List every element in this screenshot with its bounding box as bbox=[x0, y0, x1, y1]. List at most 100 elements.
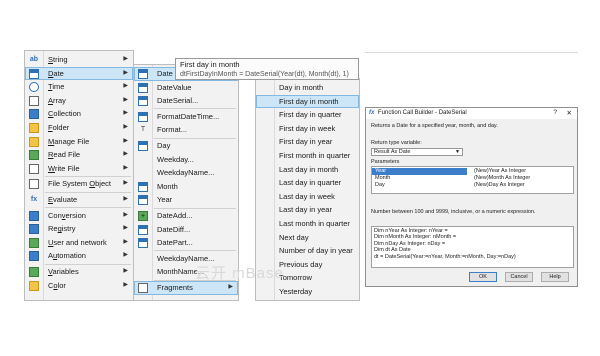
dialog-title: Function Call Builder - DateSerial bbox=[378, 110, 467, 116]
menu-item-label: Yesterday bbox=[279, 287, 313, 296]
menu-item-array[interactable]: Array ▶ bbox=[25, 94, 133, 108]
code-preview[interactable]: Dim nYear As Integer: nYear = Dim nMonth… bbox=[371, 226, 574, 268]
menu-item-label: Day bbox=[157, 141, 171, 150]
calendar-icon bbox=[138, 69, 148, 79]
menu-item-label: Tomorrow bbox=[279, 273, 312, 283]
chevron-right-icon: ▶ bbox=[123, 164, 128, 171]
menu-item-label: Registry bbox=[48, 224, 76, 234]
fragment-item-next-day[interactable]: Next day bbox=[256, 231, 359, 245]
main-context-menu: ab String ▶ Date ▶ Time ▶ Array ▶ Collection ▶ Fold… bbox=[24, 50, 134, 301]
fragment-item-last-month-in-quarter[interactable]: Last month in quarter bbox=[256, 217, 359, 231]
submenu-item-fragments[interactable]: Fragments ▶ bbox=[134, 281, 238, 295]
chevron-right-icon: ▶ bbox=[123, 96, 128, 103]
submenu-item-format[interactable]: T Format... bbox=[134, 123, 238, 137]
dialog-titlebar: fx Function Call Builder - DateSerial ? … bbox=[366, 108, 577, 119]
chevron-right-icon: ▶ bbox=[123, 151, 128, 158]
parameter-row[interactable]: Day (New)Day As Integer bbox=[372, 182, 573, 189]
function-call-builder-dialog: fx Function Call Builder - DateSerial ? … bbox=[365, 107, 578, 287]
submenu-item-datevalue[interactable]: DateValue bbox=[134, 81, 238, 95]
fragment-item-number-of-day-in-year[interactable]: Number of day in year bbox=[256, 244, 359, 258]
menu-item-folder[interactable]: Folder ▶ bbox=[25, 121, 133, 135]
fragment-item-day-in-month[interactable]: Day in month bbox=[256, 81, 359, 95]
submenu-item-year[interactable]: Year bbox=[134, 193, 238, 207]
menu-item-string[interactable]: ab String ▶ bbox=[25, 53, 133, 67]
menu-item-collection[interactable]: Collection ▶ bbox=[25, 107, 133, 121]
menu-item-color[interactable]: Color ▶ bbox=[25, 279, 133, 293]
menu-item-variables[interactable]: Variables ▶ bbox=[25, 265, 133, 279]
menu-item-date[interactable]: Date ▶ bbox=[25, 66, 133, 81]
chevron-right-icon: ▶ bbox=[228, 284, 233, 290]
fragment-item-last-day-in-week[interactable]: Last day in week bbox=[256, 190, 359, 204]
menu-item-label: Format... bbox=[157, 125, 188, 135]
close-icon[interactable]: ✕ bbox=[567, 109, 572, 117]
parameter-desc: (New)Day As Integer bbox=[474, 182, 525, 188]
menu-item-label: First month in quarter bbox=[279, 151, 351, 160]
menu-item-label: DateSerial... bbox=[157, 96, 199, 106]
fragment-item-last-day-in-year[interactable]: Last day in year bbox=[256, 203, 359, 217]
help-button[interactable]: Help bbox=[541, 272, 569, 282]
menu-item-label: First day in month bbox=[279, 96, 339, 106]
fragment-item-first-month-in-quarter[interactable]: First month in quarter bbox=[256, 149, 359, 163]
menu-item-write-file[interactable]: Write File ▶ bbox=[25, 162, 133, 176]
menu-item-automation[interactable]: Automation ▶ bbox=[25, 249, 133, 263]
parameter-row[interactable]: Month (New)Month As Integer bbox=[372, 175, 573, 182]
menu-item-label: First day in week bbox=[279, 123, 336, 133]
folder-icon bbox=[29, 123, 39, 133]
menu-item-manage-file[interactable]: Manage File ▶ bbox=[25, 135, 133, 149]
menu-item-registry[interactable]: Registry ▶ bbox=[25, 222, 133, 236]
submenu-item-weekdayname[interactable]: WeekdayName... bbox=[134, 166, 238, 180]
ok-button[interactable]: OK bbox=[469, 272, 497, 282]
submenu-item-datediff[interactable]: DateDiff... bbox=[134, 223, 238, 237]
parameter-row[interactable]: Year bbox=[372, 168, 467, 175]
menu-item-evaluate[interactable]: fx Evaluate ▶ bbox=[25, 193, 133, 207]
menu-item-read-file[interactable]: Read File ▶ bbox=[25, 148, 133, 162]
menu-item-label: Last day in year bbox=[279, 205, 332, 215]
fragment-item-first-day-in-week[interactable]: First day in week bbox=[256, 122, 359, 136]
menu-item-label: First day in quarter bbox=[279, 110, 342, 120]
menu-item-label: Last day in week bbox=[279, 191, 335, 201]
submenu-item-month[interactable]: Month bbox=[134, 180, 238, 194]
menu-item-file-system-object[interactable]: File System Object ▶ bbox=[25, 177, 133, 191]
format-icon: T bbox=[140, 126, 146, 134]
menu-item-conversion[interactable]: Conversion ▶ bbox=[25, 209, 133, 223]
submenu-item-formatdatetime[interactable]: FormatDateTime... bbox=[134, 110, 238, 124]
user-network-icon bbox=[29, 237, 39, 248]
menu-item-label: DateDiff... bbox=[157, 224, 191, 234]
menu-item-label: Read File bbox=[48, 150, 81, 160]
fragment-item-yesterday[interactable]: Yesterday bbox=[256, 285, 359, 299]
parameter-hint: Number between 100 and 9999, inclusive, … bbox=[371, 209, 536, 215]
menu-item-time[interactable]: Time ▶ bbox=[25, 80, 133, 94]
tooltip-title: First day in month bbox=[180, 60, 240, 69]
menu-item-user-and-network[interactable]: User and network ▶ bbox=[25, 236, 133, 250]
fx-icon: fx bbox=[369, 110, 375, 116]
cancel-button[interactable]: Cancel bbox=[505, 272, 533, 282]
code-line: dt = DateSerial(Year:=nYear, Month:=nMon… bbox=[374, 253, 516, 260]
fragment-item-last-day-in-month[interactable]: Last day in month bbox=[256, 163, 359, 177]
parameter-name: Day bbox=[375, 182, 385, 188]
submenu-item-datepart[interactable]: DatePart... bbox=[134, 236, 238, 250]
calendar-icon bbox=[138, 195, 148, 206]
menu-item-label: First day in year bbox=[279, 137, 333, 147]
fragment-item-last-day-in-quarter[interactable]: Last day in quarter bbox=[256, 176, 359, 190]
background-divider bbox=[365, 52, 578, 53]
help-icon[interactable]: ? bbox=[553, 109, 557, 116]
menu-item-label: Conversion bbox=[48, 210, 86, 220]
fragment-item-first-day-in-year[interactable]: First day in year bbox=[256, 135, 359, 149]
return-type-select[interactable]: Result As Date ▼ bbox=[371, 148, 463, 156]
parameter-name: Year bbox=[375, 168, 387, 174]
fragment-item-first-day-in-quarter[interactable]: First day in quarter bbox=[256, 108, 359, 122]
calendar-icon bbox=[138, 111, 148, 122]
menu-item-label: DatePart... bbox=[157, 238, 193, 248]
menu-item-label: WeekdayName... bbox=[157, 168, 215, 178]
collection-icon bbox=[29, 109, 39, 120]
menu-item-label: Evaluate bbox=[48, 195, 78, 204]
submenu-item-dateadd[interactable]: + DateAdd... bbox=[134, 209, 238, 223]
chevron-right-icon: ▶ bbox=[123, 124, 128, 130]
fragment-item-first-day-in-month[interactable]: First day in month bbox=[256, 94, 359, 109]
submenu-item-weekday[interactable]: Weekday... bbox=[134, 153, 238, 167]
submenu-item-dateserial[interactable]: DateSerial... bbox=[134, 94, 238, 108]
chevron-right-icon: ▶ bbox=[123, 56, 128, 62]
submenu-item-day[interactable]: Day bbox=[134, 139, 238, 153]
return-type-value: Result As Date bbox=[374, 149, 411, 155]
write-file-icon bbox=[29, 163, 39, 174]
